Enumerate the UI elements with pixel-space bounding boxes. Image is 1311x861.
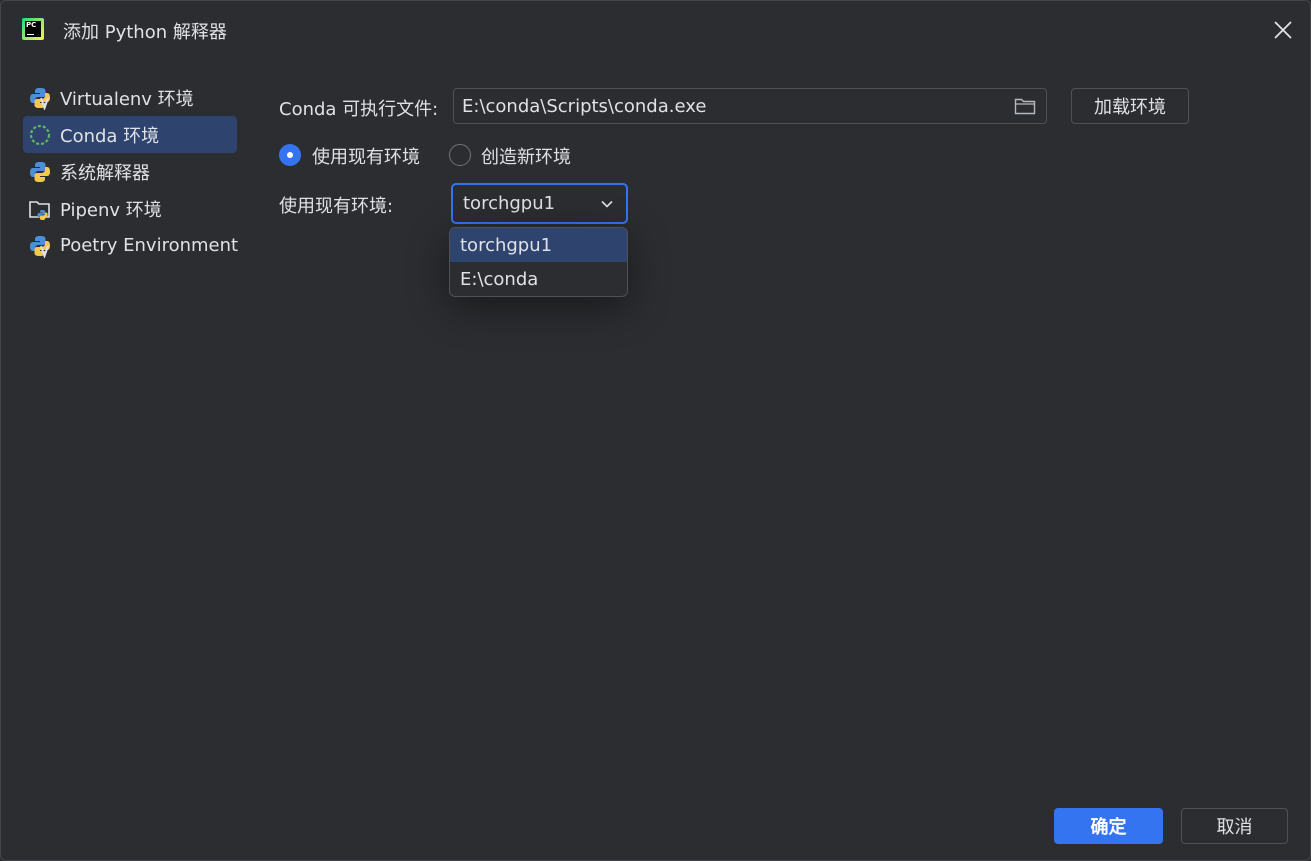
existing-environment-label: 使用现有环境: [279,196,394,217]
load-environments-button[interactable]: 加载环境 [1071,88,1189,124]
interpreter-type-list: Virtualenv 环境 Conda 环境 系统解释器 Pipenv 环境 P… [23,79,253,264]
conda-executable-field[interactable] [453,88,1047,124]
close-button[interactable] [1272,19,1294,41]
pipenv-folder-icon [28,197,52,221]
radio-use-existing-label[interactable]: 使用现有环境 [312,143,420,169]
radio-use-existing[interactable] [279,144,301,166]
add-python-interpreter-dialog: PC 添加 Python 解释器 Virtualenv 环境 Conda 环境 … [0,0,1311,861]
environment-dropdown[interactable]: torchgpu1 [451,183,628,224]
dropdown-option-conda-base[interactable]: E:\conda [450,262,627,296]
sidebar-item-label: Pipenv 环境 [60,199,162,221]
environment-dropdown-popup: torchgpu1 E:\conda [449,227,628,297]
sidebar-item-pipenv[interactable]: Pipenv 环境 [23,190,253,227]
sidebar-item-virtualenv[interactable]: Virtualenv 环境 [23,79,253,116]
title-bar: PC 添加 Python 解释器 [1,1,1310,59]
browse-folder-button[interactable] [1014,97,1036,115]
conda-executable-input[interactable] [462,93,1002,119]
sidebar-item-conda[interactable]: Conda 环境 [23,116,237,153]
dropdown-option-torchgpu1[interactable]: torchgpu1 [450,228,627,262]
sidebar-item-label: 系统解释器 [60,162,150,184]
python-icon [28,160,52,184]
environment-dropdown-value: torchgpu1 [463,193,556,214]
ok-button[interactable]: 确定 [1054,808,1163,844]
folder-icon [1014,98,1036,115]
sidebar-item-label: Virtualenv 环境 [60,88,194,110]
sidebar-item-system-interpreter[interactable]: 系统解释器 [23,153,253,190]
chevron-down-icon [601,200,613,208]
dialog-title: 添加 Python 解释器 [63,22,227,43]
radio-create-new-label[interactable]: 创造新环境 [481,143,571,169]
sidebar-item-label: Conda 环境 [60,125,160,147]
poetry-icon [28,234,52,259]
pycharm-logo-icon: PC [22,18,44,40]
cancel-button[interactable]: 取消 [1181,808,1288,844]
close-icon [1274,21,1292,39]
python-virtualenv-icon [28,86,52,111]
conda-icon [28,123,52,147]
sidebar-item-poetry[interactable]: Poetry Environment [23,227,253,264]
radio-create-new[interactable] [449,144,471,166]
sidebar-item-label: Poetry Environment [60,235,239,256]
conda-executable-label: Conda 可执行文件: [279,99,439,120]
app-icon-text: PC [26,21,37,29]
